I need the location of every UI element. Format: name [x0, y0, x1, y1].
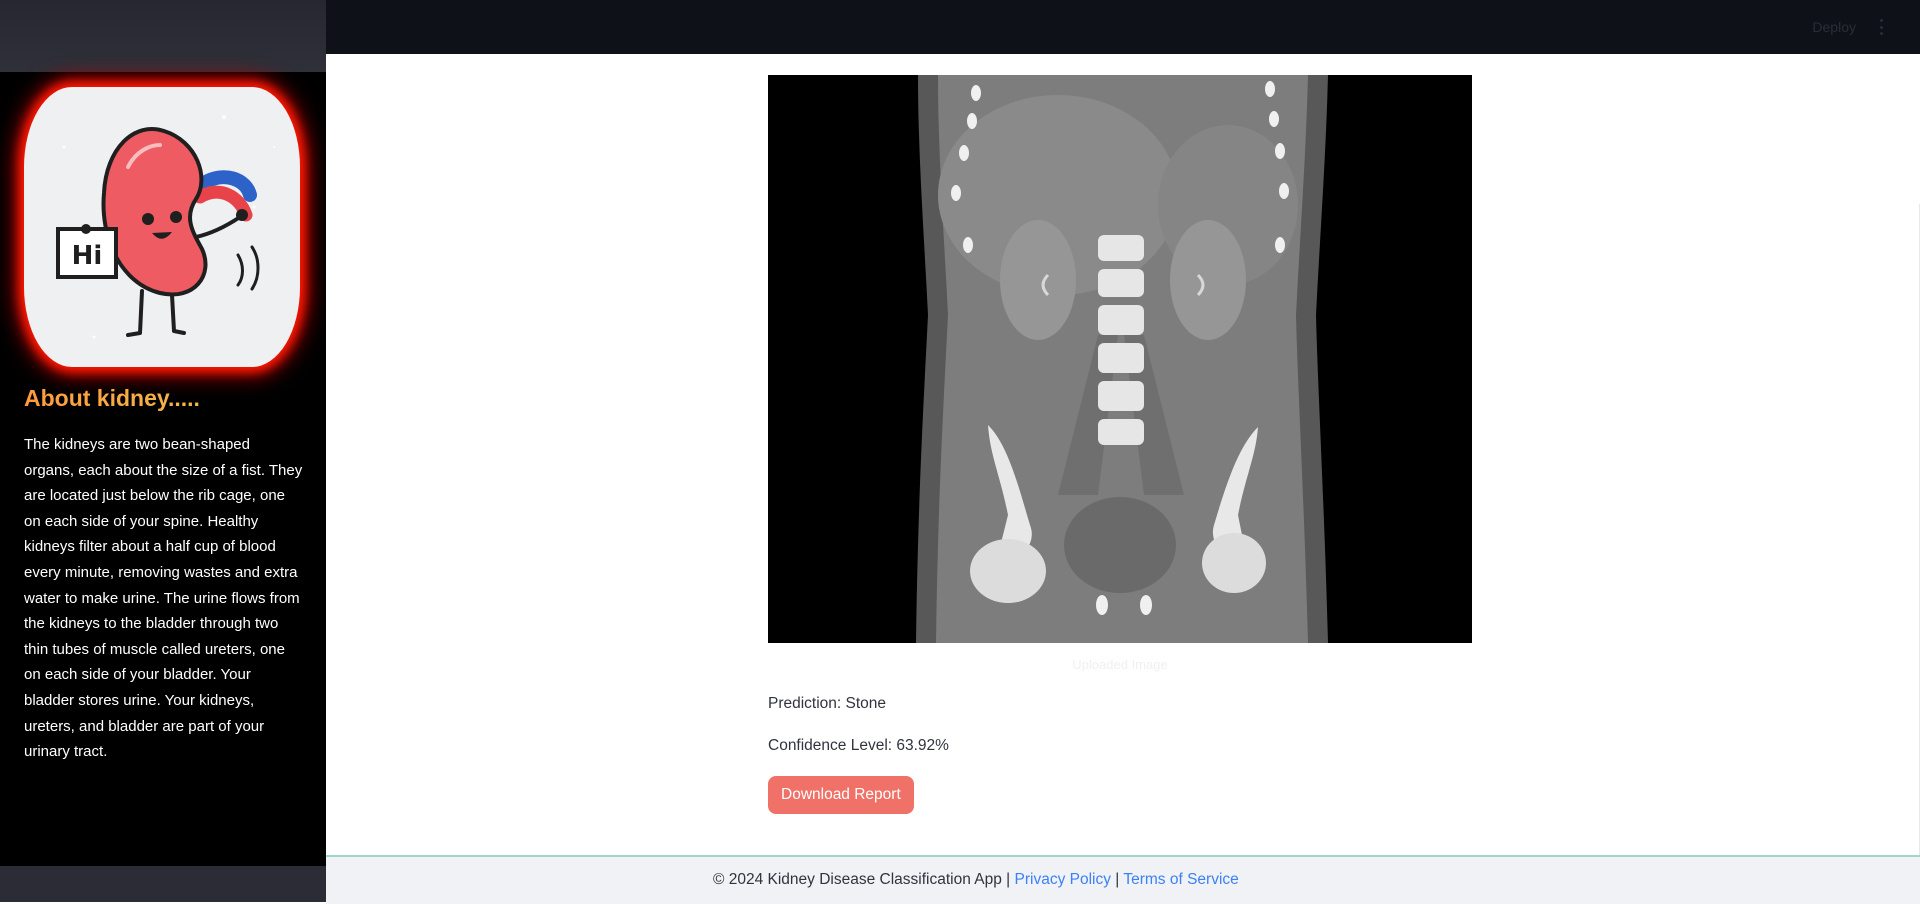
privacy-policy-link[interactable]: Privacy Policy — [1015, 871, 1111, 888]
mascot-sign-text: Hi — [72, 241, 103, 271]
uploaded-ct-scan-image — [768, 75, 1472, 643]
terms-of-service-link[interactable]: Terms of Service — [1123, 871, 1238, 888]
image-caption: Uploaded Image — [1072, 657, 1168, 672]
footer-copyright: © 2024 Kidney Disease Classification App… — [713, 871, 1011, 888]
about-heading: About kidney..... — [24, 385, 200, 411]
kidney-mascot-image: Hi — [24, 87, 300, 367]
confidence-text: Confidence Level: 63.92% — [768, 737, 949, 754]
footer-text: © 2024 Kidney Disease Classification App… — [713, 871, 1239, 889]
deploy-button[interactable]: Deploy — [1812, 19, 1856, 35]
more-vertical-icon[interactable] — [1878, 19, 1884, 35]
sidebar-footer — [0, 866, 326, 902]
ct-scan-illustration — [768, 75, 1472, 643]
download-report-button[interactable]: Download Report — [768, 776, 914, 814]
main-content: Uploaded Image Prediction: Stone Confide… — [326, 54, 1920, 904]
sidebar: Hi About kidney..... The kidneys are two… — [0, 0, 326, 902]
footer-separator: | — [1115, 871, 1120, 888]
footer: © 2024 Kidney Disease Classification App… — [326, 855, 1920, 904]
about-text: The kidneys are two bean-shaped organs, … — [24, 436, 303, 761]
sidebar-header — [0, 0, 326, 72]
top-header: Deploy — [326, 0, 1920, 54]
prediction-text: Prediction: Stone — [768, 695, 887, 712]
kidney-mascot-illustration: Hi — [56, 115, 275, 339]
